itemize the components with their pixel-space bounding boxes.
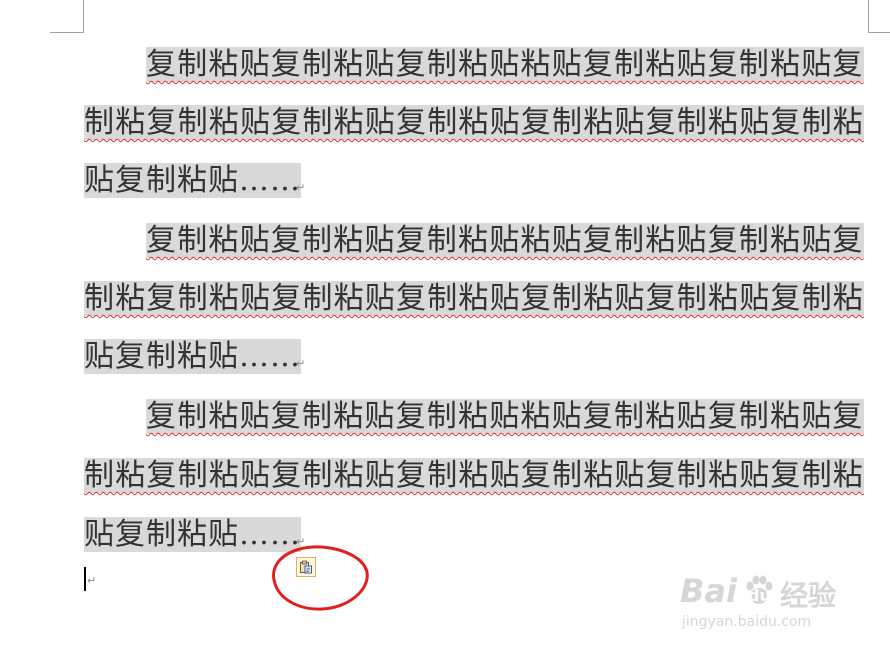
paragraph-1-line-3[interactable]: 贴复制粘贴……: [84, 160, 301, 202]
watermark-url: jingyan.baidu.com: [682, 614, 812, 630]
watermark-paw-text: du: [748, 586, 771, 605]
document-page[interactable]: 复制粘贴复制粘贴复制粘贴粘贴复制粘贴复制粘贴复 制粘复制粘贴复制粘贴复制粘贴复制…: [0, 0, 890, 652]
highlight-circle: [272, 545, 369, 611]
paragraph-3-line-2[interactable]: 制粘复制粘贴复制粘贴复制粘贴复制粘贴复制粘贴复制粘: [84, 455, 864, 497]
baidu-jingyan-watermark: Bai du 经验 jingyan.baidu.com: [676, 572, 886, 642]
paragraph-mark: ↵: [296, 181, 306, 194]
paragraph-1-line-2[interactable]: 制粘复制粘贴复制粘贴复制粘贴复制粘贴复制粘贴复制粘: [84, 102, 864, 144]
page-corner-mark-right: [868, 0, 869, 32]
selected-text[interactable]: 复制粘贴复制粘贴复制粘贴粘贴复制粘贴复制粘贴复: [146, 223, 864, 258]
selected-text[interactable]: 制粘复制粘贴复制粘贴复制粘贴复制粘贴复制粘贴复制粘: [84, 458, 864, 493]
page-corner-mark-left-h: [50, 32, 84, 33]
paragraph-2-line-2[interactable]: 制粘复制粘贴复制粘贴复制粘贴复制粘贴复制粘贴复制粘: [84, 278, 864, 320]
selected-text[interactable]: 复制粘贴复制粘贴复制粘贴粘贴复制粘贴复制粘贴复: [146, 399, 864, 434]
watermark-site-name: 经验: [780, 579, 837, 612]
paragraph-3-line-3[interactable]: 贴复制粘贴……: [84, 514, 301, 556]
page-corner-mark-left: [83, 0, 84, 32]
paragraph-2-line-1[interactable]: 复制粘贴复制粘贴复制粘贴粘贴复制粘贴复制粘贴复: [146, 220, 864, 262]
watermark-logo-text: Bai: [680, 572, 737, 610]
paragraph-mark: ↵: [87, 574, 97, 587]
page-corner-mark-right-h: [868, 32, 890, 33]
paragraph-mark: ↵: [296, 357, 306, 370]
selected-text[interactable]: 贴复制粘贴……: [84, 517, 301, 552]
selected-text[interactable]: 复制粘贴复制粘贴复制粘贴粘贴复制粘贴复制粘贴复: [146, 47, 864, 82]
paragraph-2-line-3[interactable]: 贴复制粘贴……: [84, 336, 301, 378]
selected-text[interactable]: 贴复制粘贴……: [84, 339, 301, 374]
selected-text[interactable]: 制粘复制粘贴复制粘贴复制粘贴复制粘贴复制粘贴复制粘: [84, 281, 864, 316]
paragraph-1-line-1[interactable]: 复制粘贴复制粘贴复制粘贴粘贴复制粘贴复制粘贴复: [146, 44, 864, 86]
selected-text[interactable]: 贴复制粘贴……: [84, 163, 301, 198]
text-cursor: [84, 567, 86, 591]
paragraph-3-line-1[interactable]: 复制粘贴复制粘贴复制粘贴粘贴复制粘贴复制粘贴复: [146, 396, 864, 438]
selected-text[interactable]: 制粘复制粘贴复制粘贴复制粘贴复制粘贴复制粘贴复制粘: [84, 105, 864, 140]
